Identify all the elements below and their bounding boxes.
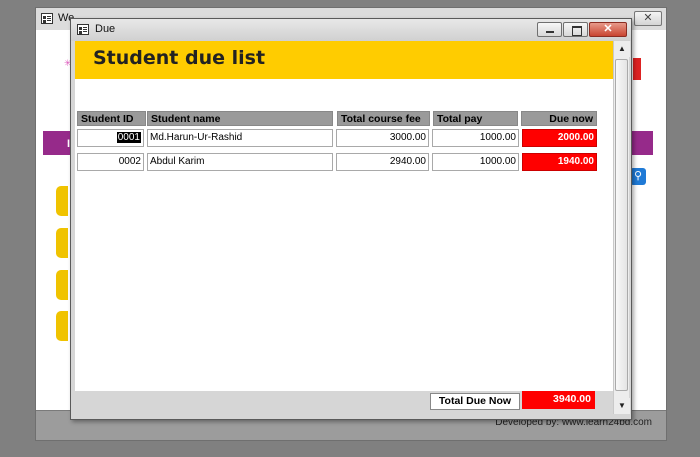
dialog-titlebar: Due ✕ xyxy=(71,19,631,41)
scroll-up-icon[interactable]: ▲ xyxy=(614,41,630,57)
scrollbar-thumb[interactable] xyxy=(615,59,628,391)
row-1-due-now[interactable]: 2000.00 xyxy=(522,129,597,147)
dialog-title: Due xyxy=(95,23,116,35)
total-due-value: 3940.00 xyxy=(522,391,595,409)
row-1-total-course-fee[interactable]: 3000.00 xyxy=(336,129,429,147)
maximize-button[interactable] xyxy=(563,22,588,37)
window-controls: ✕ xyxy=(537,22,627,37)
column-header-total-course-fee: Total course fee xyxy=(337,111,430,126)
tile-icon-2[interactable] xyxy=(56,228,68,258)
form-icon xyxy=(41,13,53,24)
scroll-down-icon[interactable]: ▼ xyxy=(614,398,630,414)
search-icon[interactable]: ⚲ xyxy=(630,168,646,185)
banner-logo-right xyxy=(633,58,641,80)
tile-icon-4[interactable] xyxy=(56,311,68,341)
selected-text: 0001 xyxy=(116,132,141,143)
form-icon xyxy=(77,24,89,35)
form-area: Student due list Student ID Student name… xyxy=(75,41,613,414)
row-2-total-course-fee[interactable]: 2940.00 xyxy=(336,153,429,171)
total-due-label: Total Due Now xyxy=(430,393,520,410)
column-header-due-now: Due now xyxy=(521,111,597,126)
due-dialog: Due ✕ Student due list Student ID Studen… xyxy=(70,18,632,420)
close-button[interactable]: ✕ xyxy=(589,22,627,37)
column-header-total-pay: Total pay xyxy=(433,111,518,126)
page-title: Student due list xyxy=(93,47,266,69)
row-2-student-id[interactable]: 0002 xyxy=(77,153,144,171)
row-2-total-pay[interactable]: 1000.00 xyxy=(432,153,519,171)
tile-icon-1[interactable] xyxy=(56,186,68,216)
header-band: Student due list xyxy=(75,41,613,79)
row-2-due-now[interactable]: 1940.00 xyxy=(522,153,597,171)
column-header-student-id: Student ID xyxy=(77,111,146,126)
row-2-student-name[interactable]: Abdul Karim xyxy=(147,153,333,171)
row-1-student-id[interactable]: 0001 xyxy=(77,129,144,147)
column-header-student-name: Student name xyxy=(147,111,333,126)
row-1-student-name[interactable]: Md.Harun-Ur-Rashid xyxy=(147,129,333,147)
tile-icon-3[interactable] xyxy=(56,270,68,300)
minimize-button[interactable] xyxy=(537,22,562,37)
row-1-total-pay[interactable]: 1000.00 xyxy=(432,129,519,147)
background-close-button[interactable]: ✕ xyxy=(634,11,662,26)
vertical-scrollbar[interactable]: ▲ ▼ xyxy=(613,41,630,414)
